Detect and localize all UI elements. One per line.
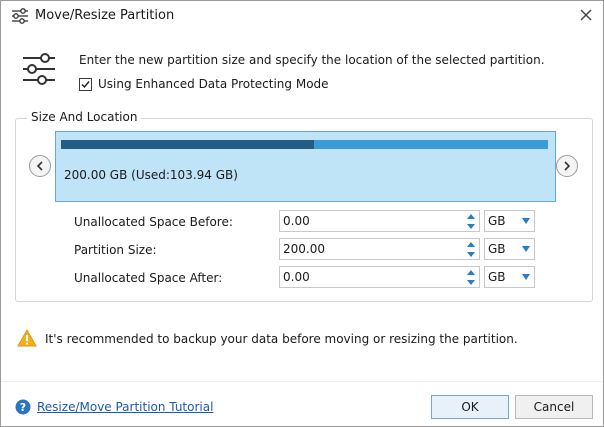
decrement-button[interactable]	[465, 250, 477, 258]
footer-divider	[1, 381, 603, 382]
decrement-button[interactable]	[465, 222, 477, 230]
intro-text: Enter the new partition size and specify…	[79, 53, 545, 67]
unit-value: GB	[488, 242, 506, 256]
move-resize-dialog: Move/Resize Partition Enter the new part…	[0, 0, 604, 427]
ok-button[interactable]: OK	[431, 395, 509, 419]
partition-size-stepper[interactable]	[279, 238, 480, 260]
checkbox-label: Using Enhanced Data Protecting Mode	[98, 77, 329, 91]
move-right-button[interactable]	[556, 155, 578, 177]
arrow-up-icon	[467, 213, 475, 219]
increment-button[interactable]	[465, 240, 477, 248]
partition-size-field-label: Partition Size:	[74, 243, 157, 257]
backup-warning-text: It's recommended to backup your data bef…	[45, 332, 518, 346]
svg-text:?: ?	[20, 401, 26, 414]
help-icon[interactable]: ?	[15, 399, 31, 415]
arrow-up-icon	[467, 269, 475, 275]
chevron-down-icon	[522, 274, 530, 280]
partition-size-label: 200.00 GB (Used:103.94 GB)	[64, 168, 238, 182]
decrement-button[interactable]	[465, 278, 477, 286]
group-title: Size And Location	[27, 110, 142, 124]
unit-value: GB	[488, 214, 506, 228]
unallocated-after-unit-select[interactable]: GB	[484, 266, 535, 288]
chevron-down-icon	[522, 246, 530, 252]
tutorial-link[interactable]: Resize/Move Partition Tutorial	[37, 400, 213, 414]
checkmark-icon	[81, 80, 90, 88]
title-bar: Move/Resize Partition	[1, 1, 603, 31]
unallocated-after-label: Unallocated Space After:	[74, 271, 223, 285]
close-button[interactable]	[573, 3, 599, 29]
cancel-button[interactable]: Cancel	[515, 395, 593, 419]
ok-button-label: OK	[461, 400, 479, 414]
arrow-down-icon	[467, 223, 475, 229]
arrow-down-icon	[467, 251, 475, 257]
chevron-right-icon	[564, 161, 571, 171]
increment-button[interactable]	[465, 268, 477, 276]
checkbox-box[interactable]	[79, 77, 92, 91]
unallocated-after-input[interactable]	[280, 267, 461, 287]
sliders-icon	[11, 7, 29, 25]
arrow-down-icon	[467, 279, 475, 285]
unit-value: GB	[488, 270, 506, 284]
cancel-button-label: Cancel	[533, 400, 575, 414]
unallocated-before-input[interactable]	[280, 211, 461, 231]
warning-triangle-icon	[17, 328, 37, 347]
partition-used-fill	[61, 140, 315, 149]
unallocated-after-stepper[interactable]	[279, 266, 480, 288]
increment-button[interactable]	[465, 212, 477, 220]
partition-usage-bar	[61, 140, 548, 149]
partition-map[interactable]: 200.00 GB (Used:103.94 GB)	[55, 131, 556, 202]
unallocated-before-unit-select[interactable]: GB	[484, 210, 535, 232]
unallocated-before-stepper[interactable]	[279, 210, 480, 232]
chevron-left-icon	[36, 161, 43, 171]
move-left-button[interactable]	[29, 155, 51, 177]
close-icon	[580, 9, 592, 24]
arrow-up-icon	[467, 241, 475, 247]
partition-size-input[interactable]	[280, 239, 461, 259]
chevron-down-icon	[522, 218, 530, 224]
partition-size-unit-select[interactable]: GB	[484, 238, 535, 260]
sliders-icon	[21, 51, 57, 87]
unallocated-before-label: Unallocated Space Before:	[74, 215, 233, 229]
enhanced-protection-checkbox[interactable]: Using Enhanced Data Protecting Mode	[79, 77, 329, 91]
window-title: Move/Resize Partition	[35, 8, 175, 23]
